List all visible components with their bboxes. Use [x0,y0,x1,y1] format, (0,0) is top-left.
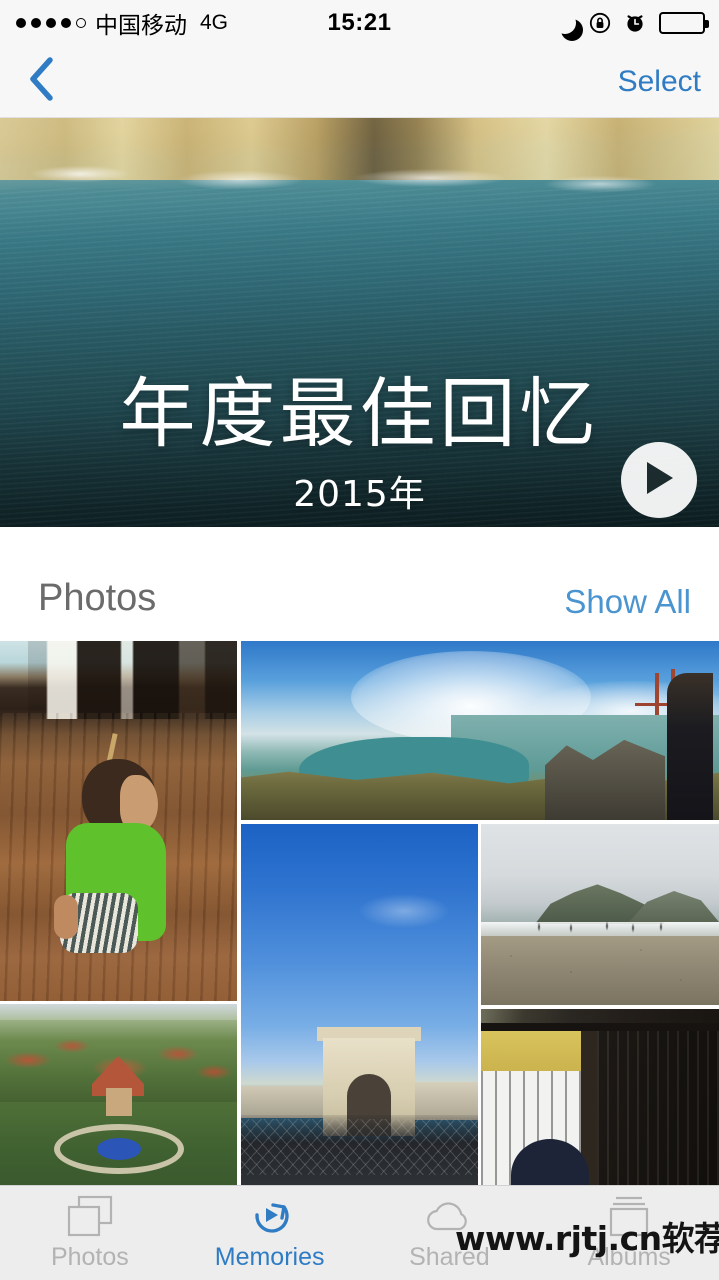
photo-grid [0,641,719,1185]
navigation-bar: Select [0,45,719,118]
play-button[interactable] [621,442,697,518]
photo-detail [667,673,713,820]
tab-memories-label: Memories [214,1242,325,1271]
photos-stack-icon [67,1195,113,1237]
memories-loop-play-icon [248,1195,292,1237]
status-bar: 中国移动 4G 15:21 [0,0,719,45]
back-button[interactable] [10,45,72,118]
photo-detail [0,1004,237,1020]
tab-memories[interactable]: Memories [180,1186,360,1280]
select-button[interactable]: Select [618,45,701,118]
photo-thumbnail-beach-with-hillside[interactable] [481,824,719,1005]
battery-icon [659,11,709,34]
photo-thumbnail-baby-on-wood-floor[interactable] [0,641,237,1001]
photo-detail [54,895,78,939]
play-icon [642,460,676,501]
photo-detail [359,894,449,928]
photo-detail [529,920,679,934]
photo-detail [481,936,719,1005]
photo-detail [481,1023,719,1031]
photo-detail [597,1029,719,1185]
chevron-left-icon [26,55,56,108]
photo-detail [97,1138,141,1160]
tab-photos[interactable]: Photos [0,1186,180,1280]
photo-detail [241,1119,478,1175]
tab-photos-label: Photos [50,1242,129,1271]
memory-hero-banner[interactable]: 年度最佳回忆 2015年 [0,118,719,527]
alarm-icon [624,12,646,34]
photo-detail [655,673,659,715]
show-all-button[interactable]: Show All [564,583,691,621]
photo-detail [28,641,237,719]
photo-thumbnail-pier-arch-blue-sky[interactable] [241,824,478,1185]
moon-icon [554,12,576,34]
phone-screen: 中国移动 4G 15:21 Select 年度最佳回忆 2015年 Photos… [0,0,719,1280]
photos-section-header: Photos Show All [0,527,719,641]
status-bar-right [554,0,709,45]
rotation-lock-icon [589,12,611,34]
section-title: Photos [38,577,157,619]
photo-thumbnail-dark-room-window[interactable] [481,1009,719,1185]
photo-detail [106,1088,132,1116]
site-watermark: www.rjtj.cn软荐网 [455,1219,719,1258]
photo-detail [241,1086,325,1118]
memory-title: 年度最佳回忆 [119,369,600,458]
photo-thumbnail-bay-panorama-golden-gate[interactable] [241,641,719,820]
memory-subtitle: 2015年 [293,474,426,515]
photo-thumbnail-campus-aerial-fountain[interactable] [0,1004,237,1185]
